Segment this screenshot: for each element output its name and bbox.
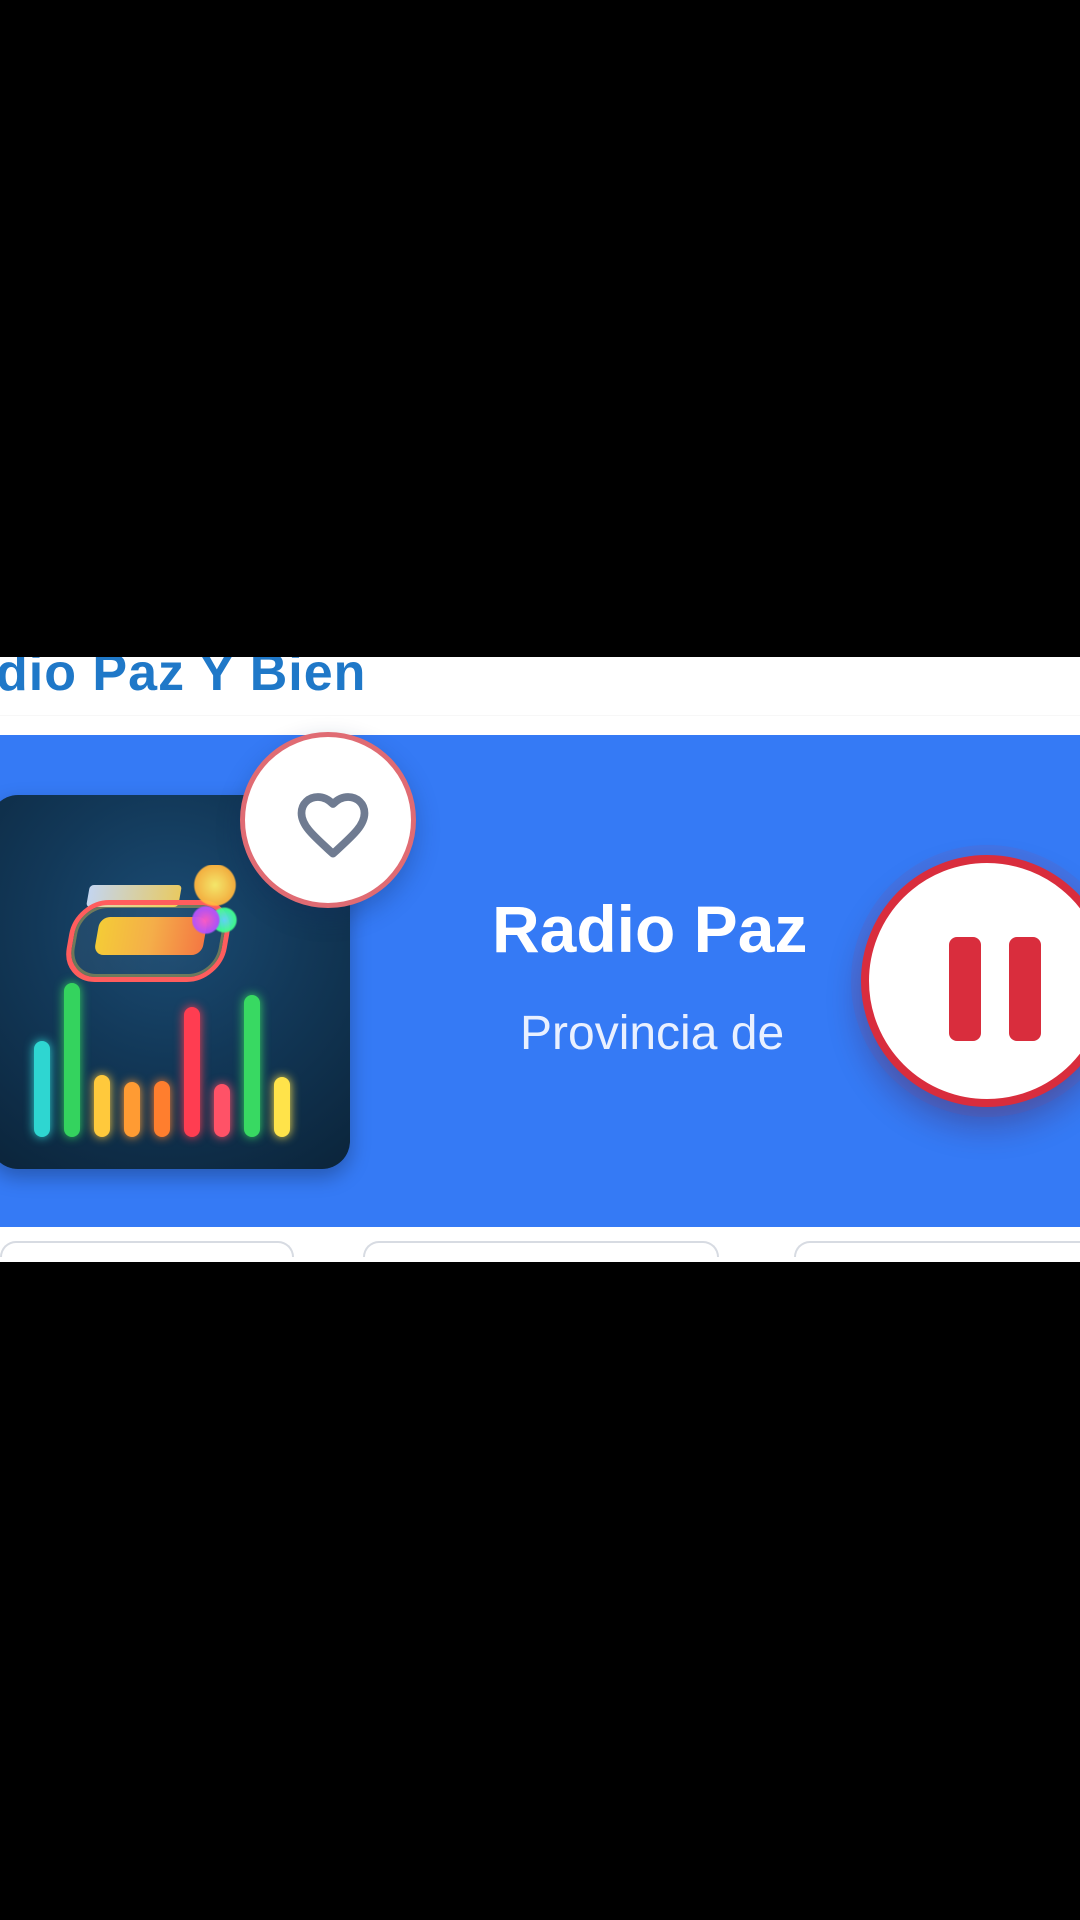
page-title: dio Paz Y Bien <box>0 657 367 702</box>
favorite-button[interactable] <box>240 732 416 908</box>
category-chip[interactable] <box>794 1241 1080 1257</box>
station-logo <box>60 865 245 1015</box>
category-chip[interactable] <box>0 1241 294 1257</box>
station-name: Radio Paz <box>492 896 806 962</box>
equalizer-bar <box>244 995 260 1137</box>
category-chip[interactable] <box>363 1241 719 1257</box>
bottom-chip-row <box>0 1241 1080 1259</box>
content-panel: dio Paz Y Bien Radio Paz Provincia de <box>0 657 1080 1262</box>
equalizer-bar <box>34 1041 50 1137</box>
equalizer-bar <box>274 1077 290 1137</box>
equalizer-bar <box>124 1082 140 1137</box>
equalizer-bar <box>214 1084 230 1137</box>
equalizer-bar <box>94 1075 110 1137</box>
logo-flame-icon <box>192 865 238 965</box>
equalizer-bar <box>154 1081 170 1137</box>
screen: dio Paz Y Bien Radio Paz Provincia de <box>0 0 1080 1920</box>
station-location: Provincia de <box>520 1010 785 1058</box>
equalizer-bar <box>64 983 80 1137</box>
equalizer-bar <box>184 1007 200 1137</box>
header-divider <box>0 715 1080 716</box>
